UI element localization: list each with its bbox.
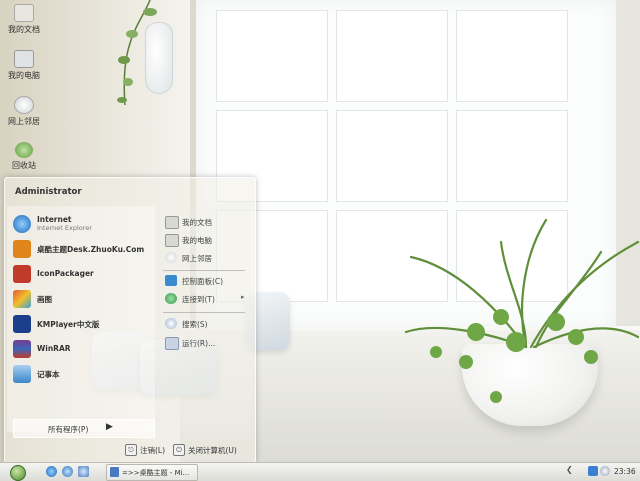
kmplayer-icon	[13, 315, 31, 333]
desktop-icon-recycle-bin[interactable]: 回收站	[2, 142, 46, 171]
menu-separator	[163, 270, 245, 271]
quicklaunch-browser-icon[interactable]	[62, 466, 73, 477]
network-icon	[14, 96, 34, 114]
window-icon	[110, 467, 119, 477]
menu-separator	[163, 312, 245, 313]
recycle-bin-icon	[15, 142, 33, 158]
desktop-icon-my-documents[interactable]: 我的文档	[2, 4, 46, 35]
taskbar: =>>桌酷主题 - Mi... ❮ 23:36	[0, 462, 640, 481]
program-kmplayer[interactable]: KMPlayer中文版	[13, 314, 153, 334]
window-pane	[456, 10, 568, 102]
folder-icon	[14, 4, 34, 22]
taskbar-window-button[interactable]: =>>桌酷主题 - Mi...	[106, 464, 198, 481]
window-pane	[216, 10, 328, 102]
search-icon	[165, 318, 177, 329]
quicklaunch-desktop-icon[interactable]	[78, 466, 89, 477]
tray-expand-icon[interactable]: ❮	[566, 465, 573, 474]
start-menu: Administrator Internet Internet Explorer…	[4, 177, 256, 463]
notepad-icon	[13, 365, 31, 383]
arrow-right-icon: ▶	[106, 422, 113, 432]
window-pane	[456, 110, 568, 202]
user-name: Administrator	[15, 187, 82, 197]
window-pane	[336, 10, 448, 102]
internet-explorer-icon	[13, 215, 31, 233]
place-my-computer[interactable]: 我的电脑	[165, 233, 255, 247]
place-network[interactable]: 网上邻居	[165, 251, 255, 265]
program-winrar[interactable]: WinRAR	[13, 339, 153, 359]
spider-plant	[404, 218, 640, 403]
start-menu-footer: ⎋ 注销(L) ⏻ 关闭计算机(U)	[5, 436, 255, 462]
network-tray-icon[interactable]	[588, 466, 598, 476]
quicklaunch-ie-icon[interactable]	[46, 466, 57, 477]
paint-icon	[13, 290, 31, 308]
program-iconpackager[interactable]: IconPackager	[13, 264, 153, 284]
place-control-panel[interactable]: 控制面板(C)	[165, 274, 255, 288]
window-pane	[336, 110, 448, 202]
control-panel-icon	[165, 275, 177, 286]
place-connect-to[interactable]: 连接到(T) ▸	[165, 292, 255, 306]
desktop-icon-my-computer[interactable]: 我的电脑	[2, 50, 46, 81]
start-menu-header: Administrator	[5, 178, 255, 204]
program-zhuoku-theme[interactable]: 桌酷主题Desk.ZhuoKu.Com	[13, 239, 153, 259]
volume-tray-icon[interactable]	[600, 466, 610, 476]
place-search[interactable]: 搜索(S)	[165, 317, 255, 331]
winrar-icon	[13, 340, 31, 358]
connect-icon	[165, 293, 177, 304]
program-paint[interactable]: 画图	[13, 289, 153, 309]
network-icon	[165, 252, 177, 263]
computer-icon	[14, 50, 34, 68]
run-icon	[165, 337, 179, 350]
documents-icon	[165, 216, 179, 229]
computer-icon	[165, 234, 179, 247]
desktop-icon-network[interactable]: 网上邻居	[2, 96, 46, 127]
start-button[interactable]	[10, 465, 26, 481]
theme-icon	[13, 240, 31, 258]
iconpackager-icon	[13, 265, 31, 283]
hanging-ivy	[117, 0, 157, 106]
logoff-icon: ⎋	[125, 444, 137, 456]
power-icon: ⏻	[173, 444, 185, 456]
clock[interactable]: 23:36	[614, 467, 636, 476]
place-my-documents[interactable]: 我的文档	[165, 215, 255, 229]
program-notepad[interactable]: 记事本	[13, 364, 153, 384]
place-run[interactable]: 运行(R)...	[165, 336, 255, 350]
program-internet-explorer[interactable]: Internet Internet Explorer	[13, 214, 153, 234]
submenu-arrow-icon: ▸	[241, 293, 245, 301]
